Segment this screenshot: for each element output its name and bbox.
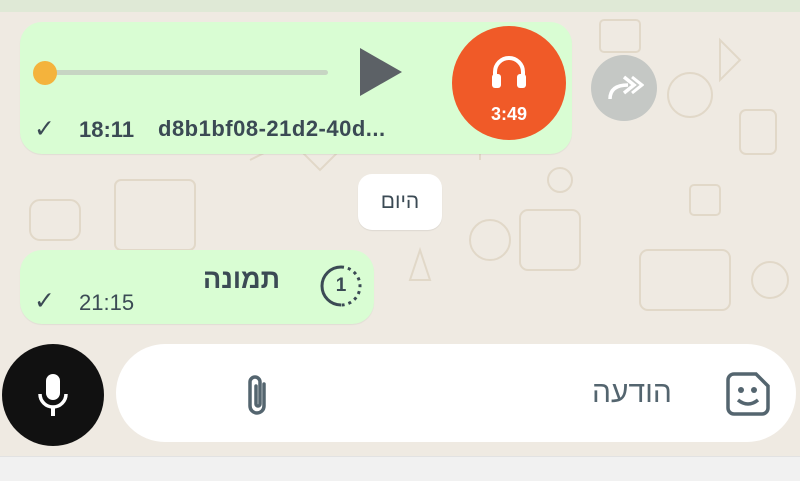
paperclip-icon [248, 375, 266, 415]
image-message-time: 21:15 [79, 290, 135, 315]
image-message-label: תמונה [203, 264, 281, 294]
play-icon[interactable] [360, 48, 402, 96]
attach-button[interactable] [242, 372, 274, 423]
audio-message-time: 18:11 [79, 117, 135, 142]
headphones-icon [492, 56, 526, 88]
audio-seek-track[interactable] [40, 70, 328, 75]
audio-seek-handle[interactable] [33, 61, 57, 85]
audio-avatar: 3:49 [452, 26, 566, 140]
date-separator: היום [358, 174, 442, 230]
audio-duration: 3:49 [490, 104, 528, 124]
previous-message-edge [0, 0, 800, 12]
forward-button[interactable] [591, 55, 657, 121]
forward-icon [608, 75, 644, 100]
single-check-icon: ✓ [34, 115, 55, 143]
audio-filename: d8b1bf08-21d2-40d... [158, 116, 386, 141]
sticker-icon [726, 372, 770, 416]
voice-record-button[interactable] [2, 344, 104, 446]
message-placeholder: הודעה [592, 376, 672, 409]
microphone-icon [38, 374, 68, 416]
system-navigation-bar [0, 456, 800, 481]
sticker-button[interactable] [724, 370, 772, 423]
view-once-icon[interactable]: 1 [319, 264, 363, 308]
single-check-icon: ✓ [34, 287, 55, 315]
view-once-count: 1 [335, 275, 347, 296]
message-input[interactable] [116, 344, 796, 442]
